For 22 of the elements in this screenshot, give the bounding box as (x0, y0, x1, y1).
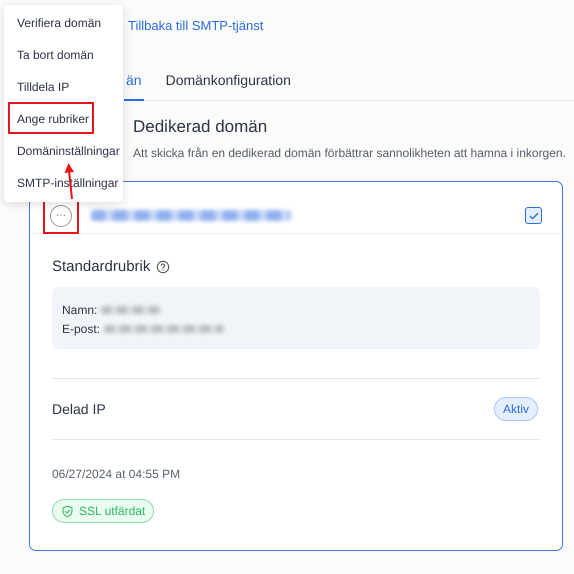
ssl-badge: SSL utfärdat (52, 499, 154, 523)
ip-label: Delad IP (52, 401, 106, 417)
section-description: Att skicka från en dedikerad domän förbättrar sannolikheten att hamna i inkorgen. (133, 146, 567, 160)
menu-item[interactable]: Ange rubriker (8, 102, 94, 134)
checkbox[interactable] (525, 207, 542, 224)
section-title: Dedikerad domän (133, 117, 268, 137)
menu-item[interactable]: Tilldela IP (8, 70, 119, 102)
menu-item[interactable]: Ta bort domän (8, 38, 119, 70)
back-link[interactable]: Tillbaka till SMTP-tjänst (128, 18, 264, 33)
field-label: E-post: (62, 322, 100, 336)
redacted-value (101, 306, 162, 314)
check-icon (528, 210, 540, 222)
menu-item[interactable]: Verifiera domän (8, 6, 119, 38)
shield-icon (61, 504, 74, 518)
menu-item[interactable]: Domäninställningar (8, 134, 119, 166)
more-button[interactable]: ··· (50, 204, 72, 226)
status-badge: Aktiv (494, 397, 538, 421)
help-icon[interactable] (156, 260, 170, 274)
field-label: Namn: (62, 302, 98, 316)
section-heading: Standardrubrik (52, 258, 150, 275)
created-date: 06/27/2024 at 04:55 PM (52, 467, 182, 481)
tab[interactable]: Domänkonfiguration (164, 72, 293, 101)
